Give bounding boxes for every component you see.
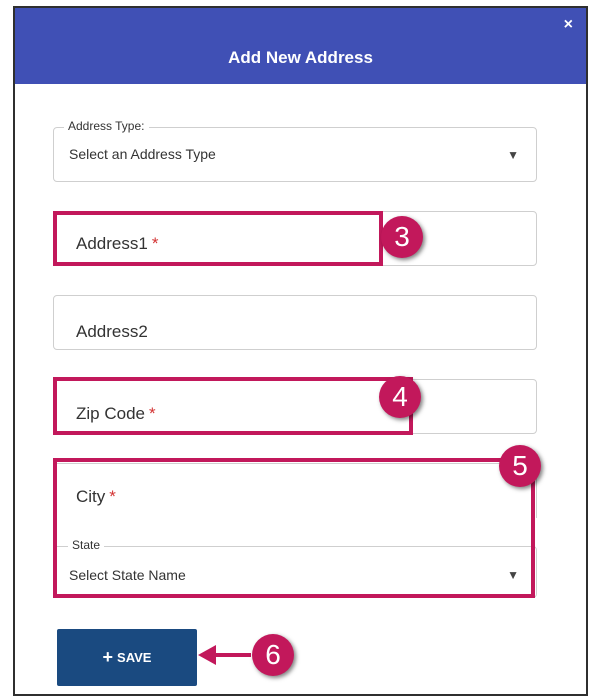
arrow-icon [198,645,216,665]
state-legend: State [68,538,105,552]
address-type-legend: Address Type: [64,119,149,133]
address1-label: Address1 * [76,234,159,253]
callout-badge-3: 3 [381,216,423,258]
address-type-value: Select an Address Type [69,146,216,162]
address-type-select[interactable]: Address Type: Select an Address Type ▼ [53,119,537,182]
chevron-down-icon[interactable]: ▼ [507,148,519,162]
callout-badge-4: 4 [379,376,421,418]
address2-field[interactable]: Address2 [53,295,537,350]
save-button-label: SAVE [117,650,152,665]
address2-label: Address2 [76,322,148,341]
city-field[interactable]: City * [53,463,537,518]
address1-field[interactable]: Address1 * [53,211,537,266]
dialog-title: Add New Address [228,48,373,67]
city-label: City * [76,487,116,506]
state-select[interactable]: State Select State Name ▼ [53,538,537,598]
plus-icon: + [102,647,114,667]
zip-code-field[interactable]: Zip Code * [53,379,537,434]
required-asterisk: * [151,234,159,253]
save-button[interactable]: + SAVE [57,629,197,686]
required-asterisk: * [148,404,156,423]
chevron-down-icon[interactable]: ▼ [507,568,519,582]
close-icon[interactable]: × [564,17,573,33]
required-asterisk: * [109,487,116,506]
arrow-line [215,653,251,657]
zip-code-label: Zip Code * [76,404,156,423]
state-value: Select State Name [69,567,186,583]
dialog-header: Add New Address × [15,8,586,84]
callout-badge-5: 5 [499,445,541,487]
callout-badge-6: 6 [252,634,294,676]
